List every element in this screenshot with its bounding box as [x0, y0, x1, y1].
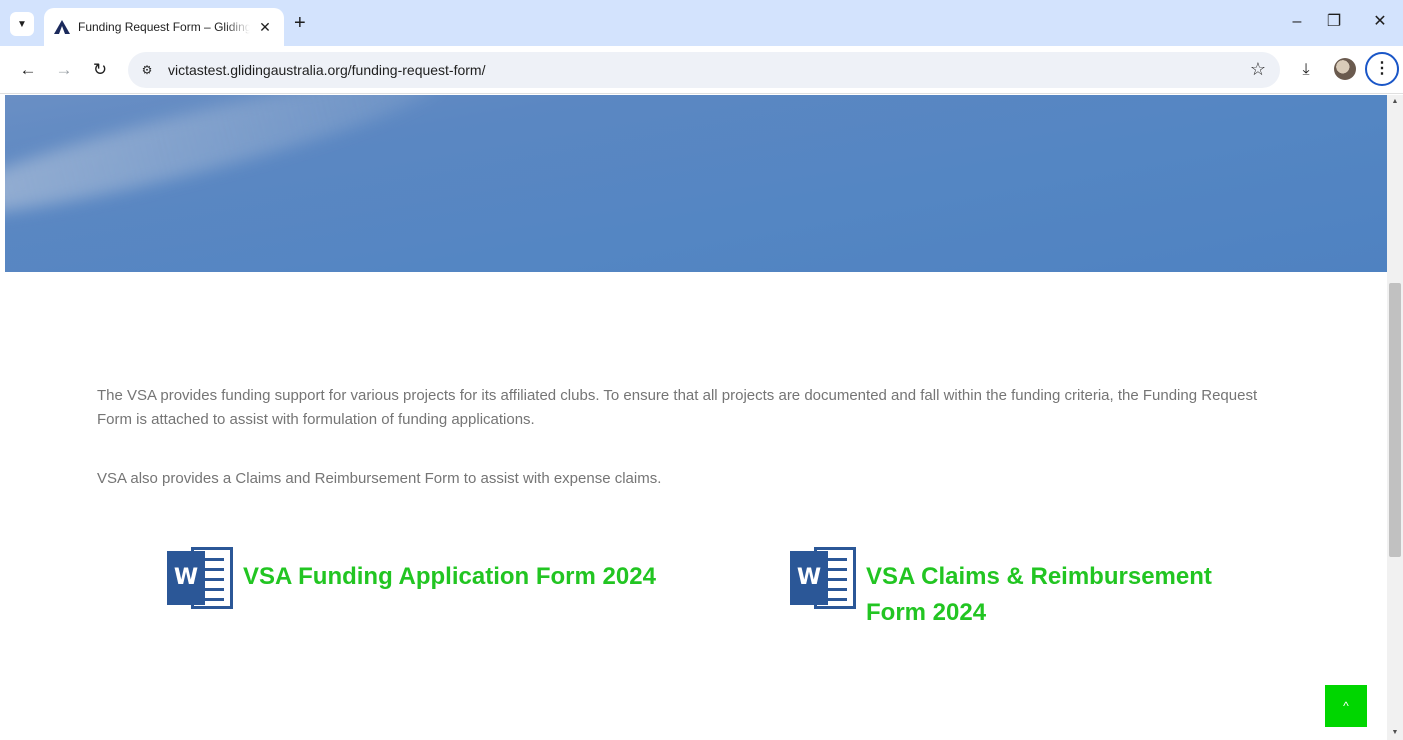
chevron-down-icon: ▼	[17, 18, 27, 30]
restore-button[interactable]: ❐	[1322, 12, 1346, 32]
avatar[interactable]	[1334, 58, 1356, 80]
word-document-icon: W	[790, 545, 858, 611]
funding-application-form-link[interactable]: W VSA Funding Application Form 2024	[167, 545, 656, 611]
tab-strip: ▼ Funding Request Form – Gliding Austral…	[0, 0, 1403, 46]
downloads-button[interactable]: ⤓	[1294, 58, 1318, 82]
minimize-button[interactable]: –	[1285, 12, 1309, 32]
forward-button[interactable]: →	[52, 58, 76, 82]
cloud-streak	[5, 95, 445, 238]
claims-paragraph: VSA also provides a Claims and Reimburse…	[97, 470, 662, 487]
kebab-menu-icon: ⋮	[1374, 60, 1390, 77]
url-text[interactable]: victastest.glidingaustralia.org/funding-…	[168, 62, 486, 78]
hero-sky-image	[5, 95, 1387, 272]
gliding-australia-logo-icon	[54, 19, 70, 35]
address-bar[interactable]: ⚙ victastest.glidingaustralia.org/fundin…	[128, 52, 1280, 88]
word-document-icon: W	[167, 545, 235, 611]
restore-icon: ❐	[1326, 13, 1342, 30]
claims-reimbursement-form-link[interactable]: W VSA Claims & Reimbursement Form 2024	[790, 545, 1266, 631]
intro-paragraph: The VSA provides funding support for var…	[97, 387, 1258, 428]
download-icon: ⤓	[1302, 61, 1310, 78]
close-icon: ✕	[1373, 13, 1387, 30]
tab-title: Funding Request Form – Gliding Australia	[78, 20, 250, 34]
browser-menu-button[interactable]: ⋮	[1365, 52, 1399, 86]
page-scrollbar[interactable]: ▲ ▼	[1387, 95, 1403, 740]
minimize-icon: –	[1292, 13, 1302, 30]
star-icon[interactable]: ☆	[1250, 59, 1266, 80]
close-icon[interactable]: ✕	[256, 19, 274, 36]
page-viewport: The VSA provides funding support for var…	[0, 95, 1387, 740]
scroll-up-arrow-icon[interactable]: ▲	[1387, 95, 1403, 109]
browser-toolbar: ← → ↻ ⚙ victastest.glidingaustralia.org/…	[0, 46, 1403, 94]
arrow-left-icon: ←	[19, 60, 37, 79]
tune-icon[interactable]: ⚙	[138, 61, 156, 79]
arrow-right-icon: →	[55, 60, 73, 79]
document-link-label[interactable]: VSA Claims & Reimbursement Form 2024	[866, 559, 1266, 631]
scrollbar-thumb[interactable]	[1389, 283, 1401, 557]
reload-button[interactable]: ↻	[88, 58, 112, 82]
back-to-top-button[interactable]: ^	[1325, 685, 1367, 727]
reload-icon: ↻	[92, 60, 108, 79]
close-window-button[interactable]: ✕	[1368, 12, 1392, 32]
plus-icon: +	[294, 12, 306, 34]
new-tab-button[interactable]: +	[294, 13, 306, 33]
tab-search-button[interactable]: ▼	[10, 12, 34, 36]
active-tab[interactable]: Funding Request Form – Gliding Australia…	[44, 8, 284, 46]
chevron-up-icon: ^	[1343, 699, 1349, 713]
back-button[interactable]: ←	[16, 58, 40, 82]
document-link-label[interactable]: VSA Funding Application Form 2024	[243, 559, 656, 595]
scroll-down-arrow-icon[interactable]: ▼	[1387, 726, 1403, 740]
